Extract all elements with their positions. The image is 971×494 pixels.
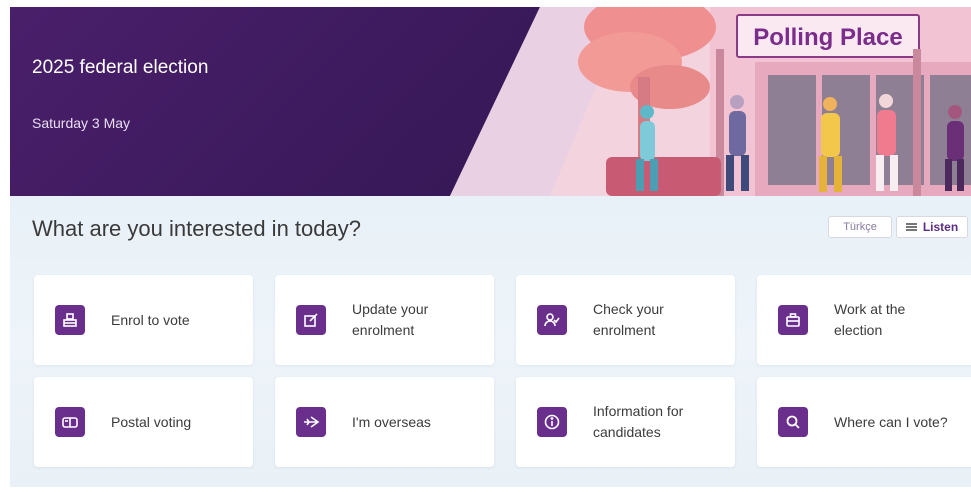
tile-label: Where can I vote?	[834, 413, 948, 430]
mailbox-icon	[55, 407, 85, 437]
ballot-box-icon	[55, 305, 85, 335]
tile-work-at-election[interactable]: Work at the election	[757, 275, 971, 365]
menu-lines-icon	[905, 223, 917, 231]
tile-enrol-to-vote[interactable]: Enrol to vote	[34, 275, 253, 365]
tile-information-candidates[interactable]: Information for candidates	[516, 377, 735, 467]
tile-overseas[interactable]: I'm overseas	[275, 377, 494, 467]
listen-label: Listen	[922, 220, 959, 234]
briefcase-icon	[778, 305, 808, 335]
tile-check-enrolment[interactable]: Check your enrolment	[516, 275, 735, 365]
tile-postal-voting[interactable]: Postal voting	[34, 377, 253, 467]
tile-label: I'm overseas	[352, 413, 431, 430]
plane-icon	[296, 407, 326, 437]
polling-place-illustration: Polling Place	[450, 7, 971, 196]
tile-label: Work at the election	[834, 301, 906, 338]
tile-label: Update your enrolment	[352, 301, 429, 338]
edit-form-icon	[296, 305, 326, 335]
hero-banner: Polling Place 2025 federal election Satu…	[10, 7, 971, 196]
election-title: 2025 federal election	[32, 57, 209, 78]
person-check-icon	[537, 305, 567, 335]
tile-label: Check your enrolment	[593, 301, 664, 338]
language-button[interactable]: Türkçe	[828, 216, 892, 238]
tile-where-can-i-vote[interactable]: Where can I vote?	[757, 377, 971, 467]
tile-update-enrolment[interactable]: Update your enrolment	[275, 275, 494, 365]
polling-place-sign: Polling Place	[753, 24, 902, 51]
page-heading: What are you interested in today?	[32, 216, 361, 241]
tile-label: Enrol to vote	[111, 311, 190, 328]
tile-label: Postal voting	[111, 413, 192, 430]
main-content: What are you interested in today? Türkçe…	[10, 196, 971, 487]
listen-button[interactable]: Listen	[896, 216, 968, 238]
page: Polling Place 2025 federal election Satu…	[10, 7, 971, 487]
tile-label: Information for candidates	[593, 403, 684, 440]
election-date: Saturday 3 May	[32, 115, 131, 131]
search-icon	[778, 407, 808, 437]
info-icon	[537, 407, 567, 437]
